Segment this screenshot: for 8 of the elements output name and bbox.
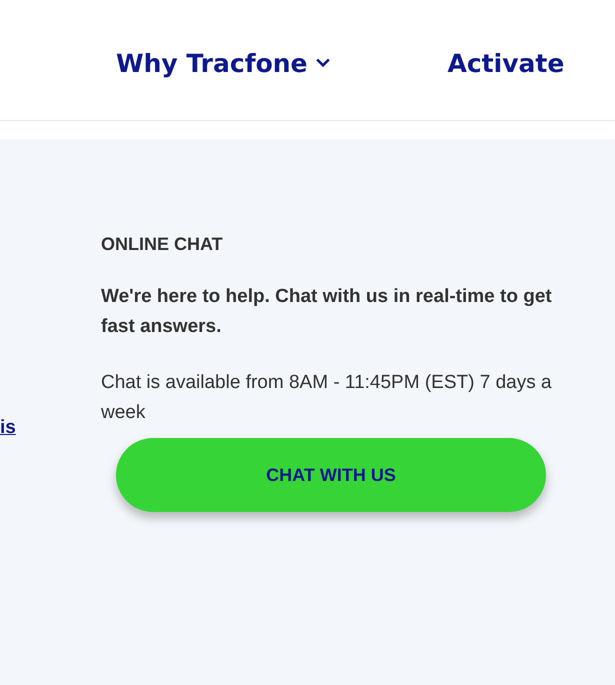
text-link[interactable]: is	[0, 416, 16, 440]
hours-text: Chat is available from 8AM - 11:45PM (EST) 7 days a week	[101, 371, 553, 425]
chevron-down-icon	[316, 58, 330, 68]
nav-link[interactable]: Activate	[448, 42, 564, 78]
nav-link[interactable]: Why Tracfone	[116, 42, 330, 78]
intro-text: We're here to help. Chat with us in real-time to get fast answers.	[101, 285, 553, 339]
chat-button[interactable]: CHAT WITH US	[116, 438, 546, 512]
section-heading: ONLINE CHAT	[101, 233, 224, 256]
